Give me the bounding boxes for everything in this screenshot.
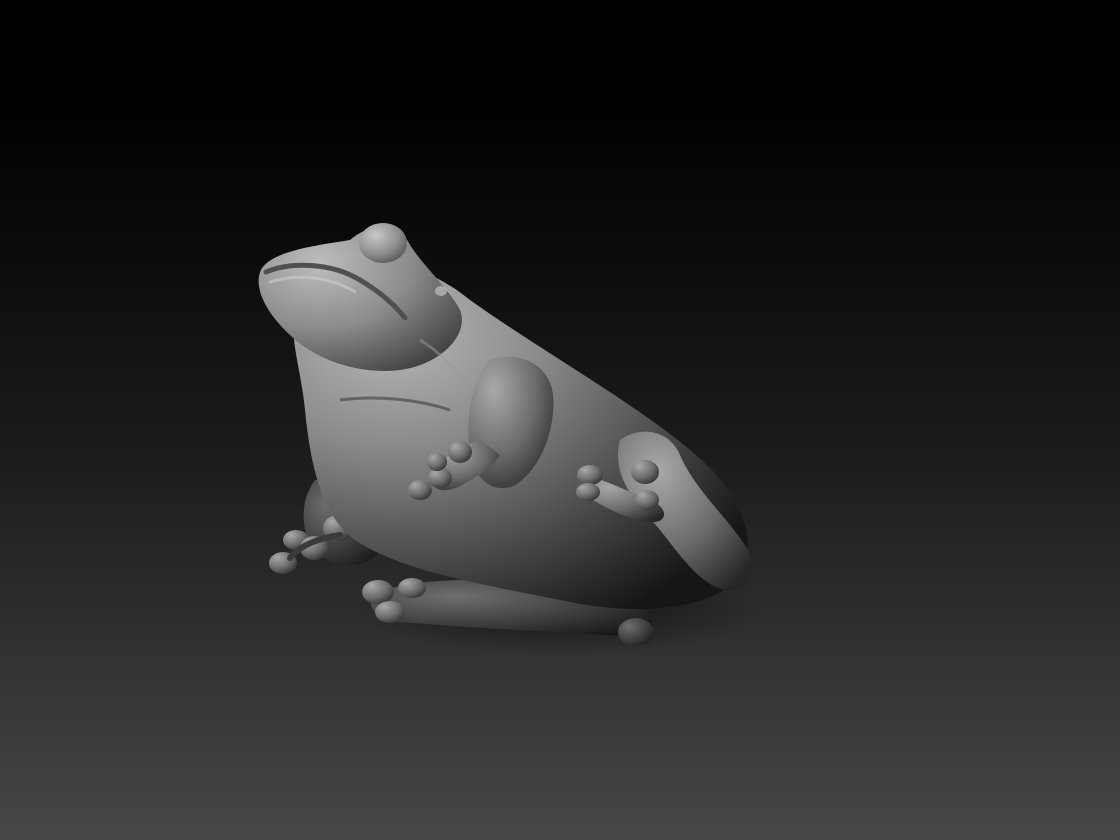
sculpt-viewport[interactable] (0, 0, 1120, 840)
frog-model[interactable] (0, 0, 1120, 840)
eye-bump (359, 223, 407, 263)
